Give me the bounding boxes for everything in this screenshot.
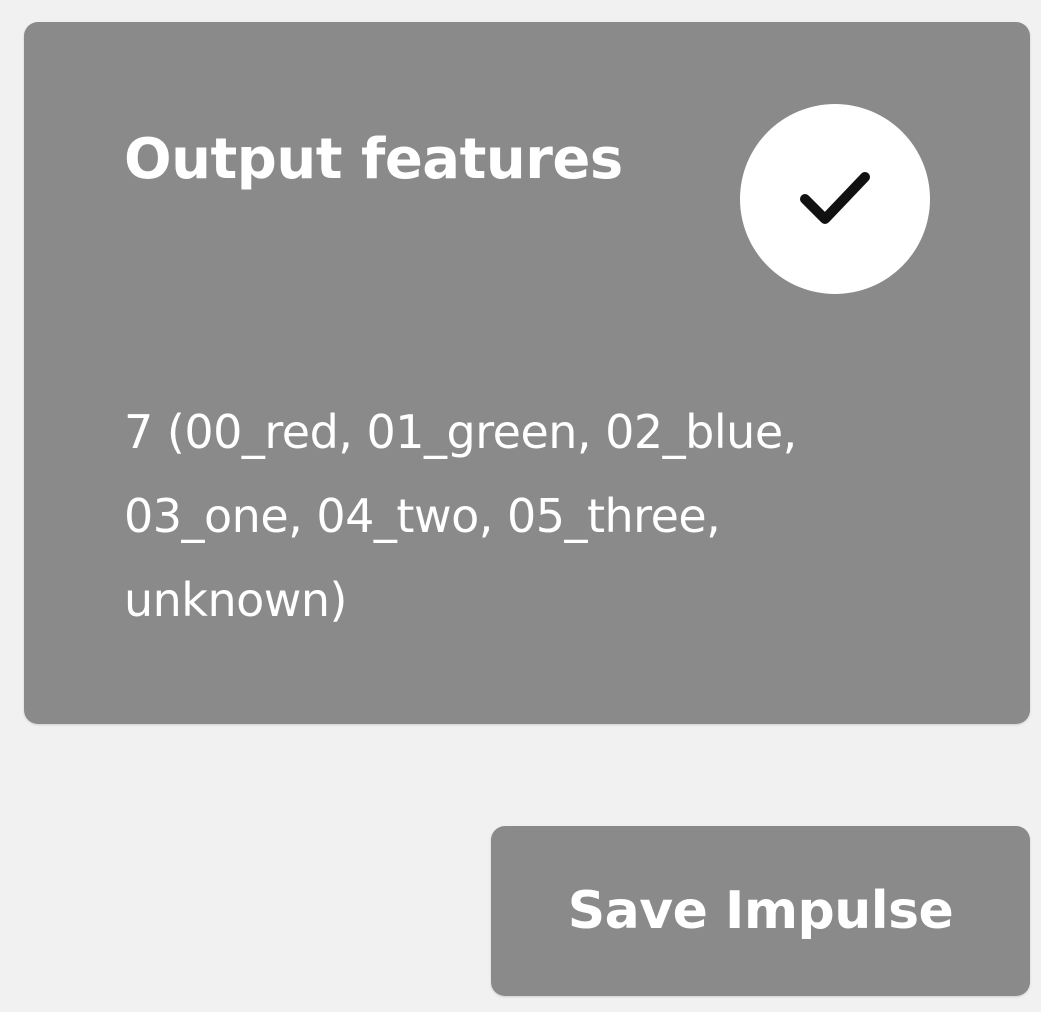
- checkmark-icon: [800, 172, 870, 224]
- card-title: Output features: [124, 127, 623, 192]
- page: Output features 7 (00_red, 01_green, 02_…: [0, 0, 1041, 1012]
- save-impulse-button[interactable]: Save Impulse: [491, 826, 1030, 996]
- status-check-badge: [740, 104, 930, 294]
- output-features-card: Output features 7 (00_red, 01_green, 02_…: [24, 22, 1030, 724]
- output-features-list: 7 (00_red, 01_green, 02_blue, 03_one, 04…: [124, 405, 797, 627]
